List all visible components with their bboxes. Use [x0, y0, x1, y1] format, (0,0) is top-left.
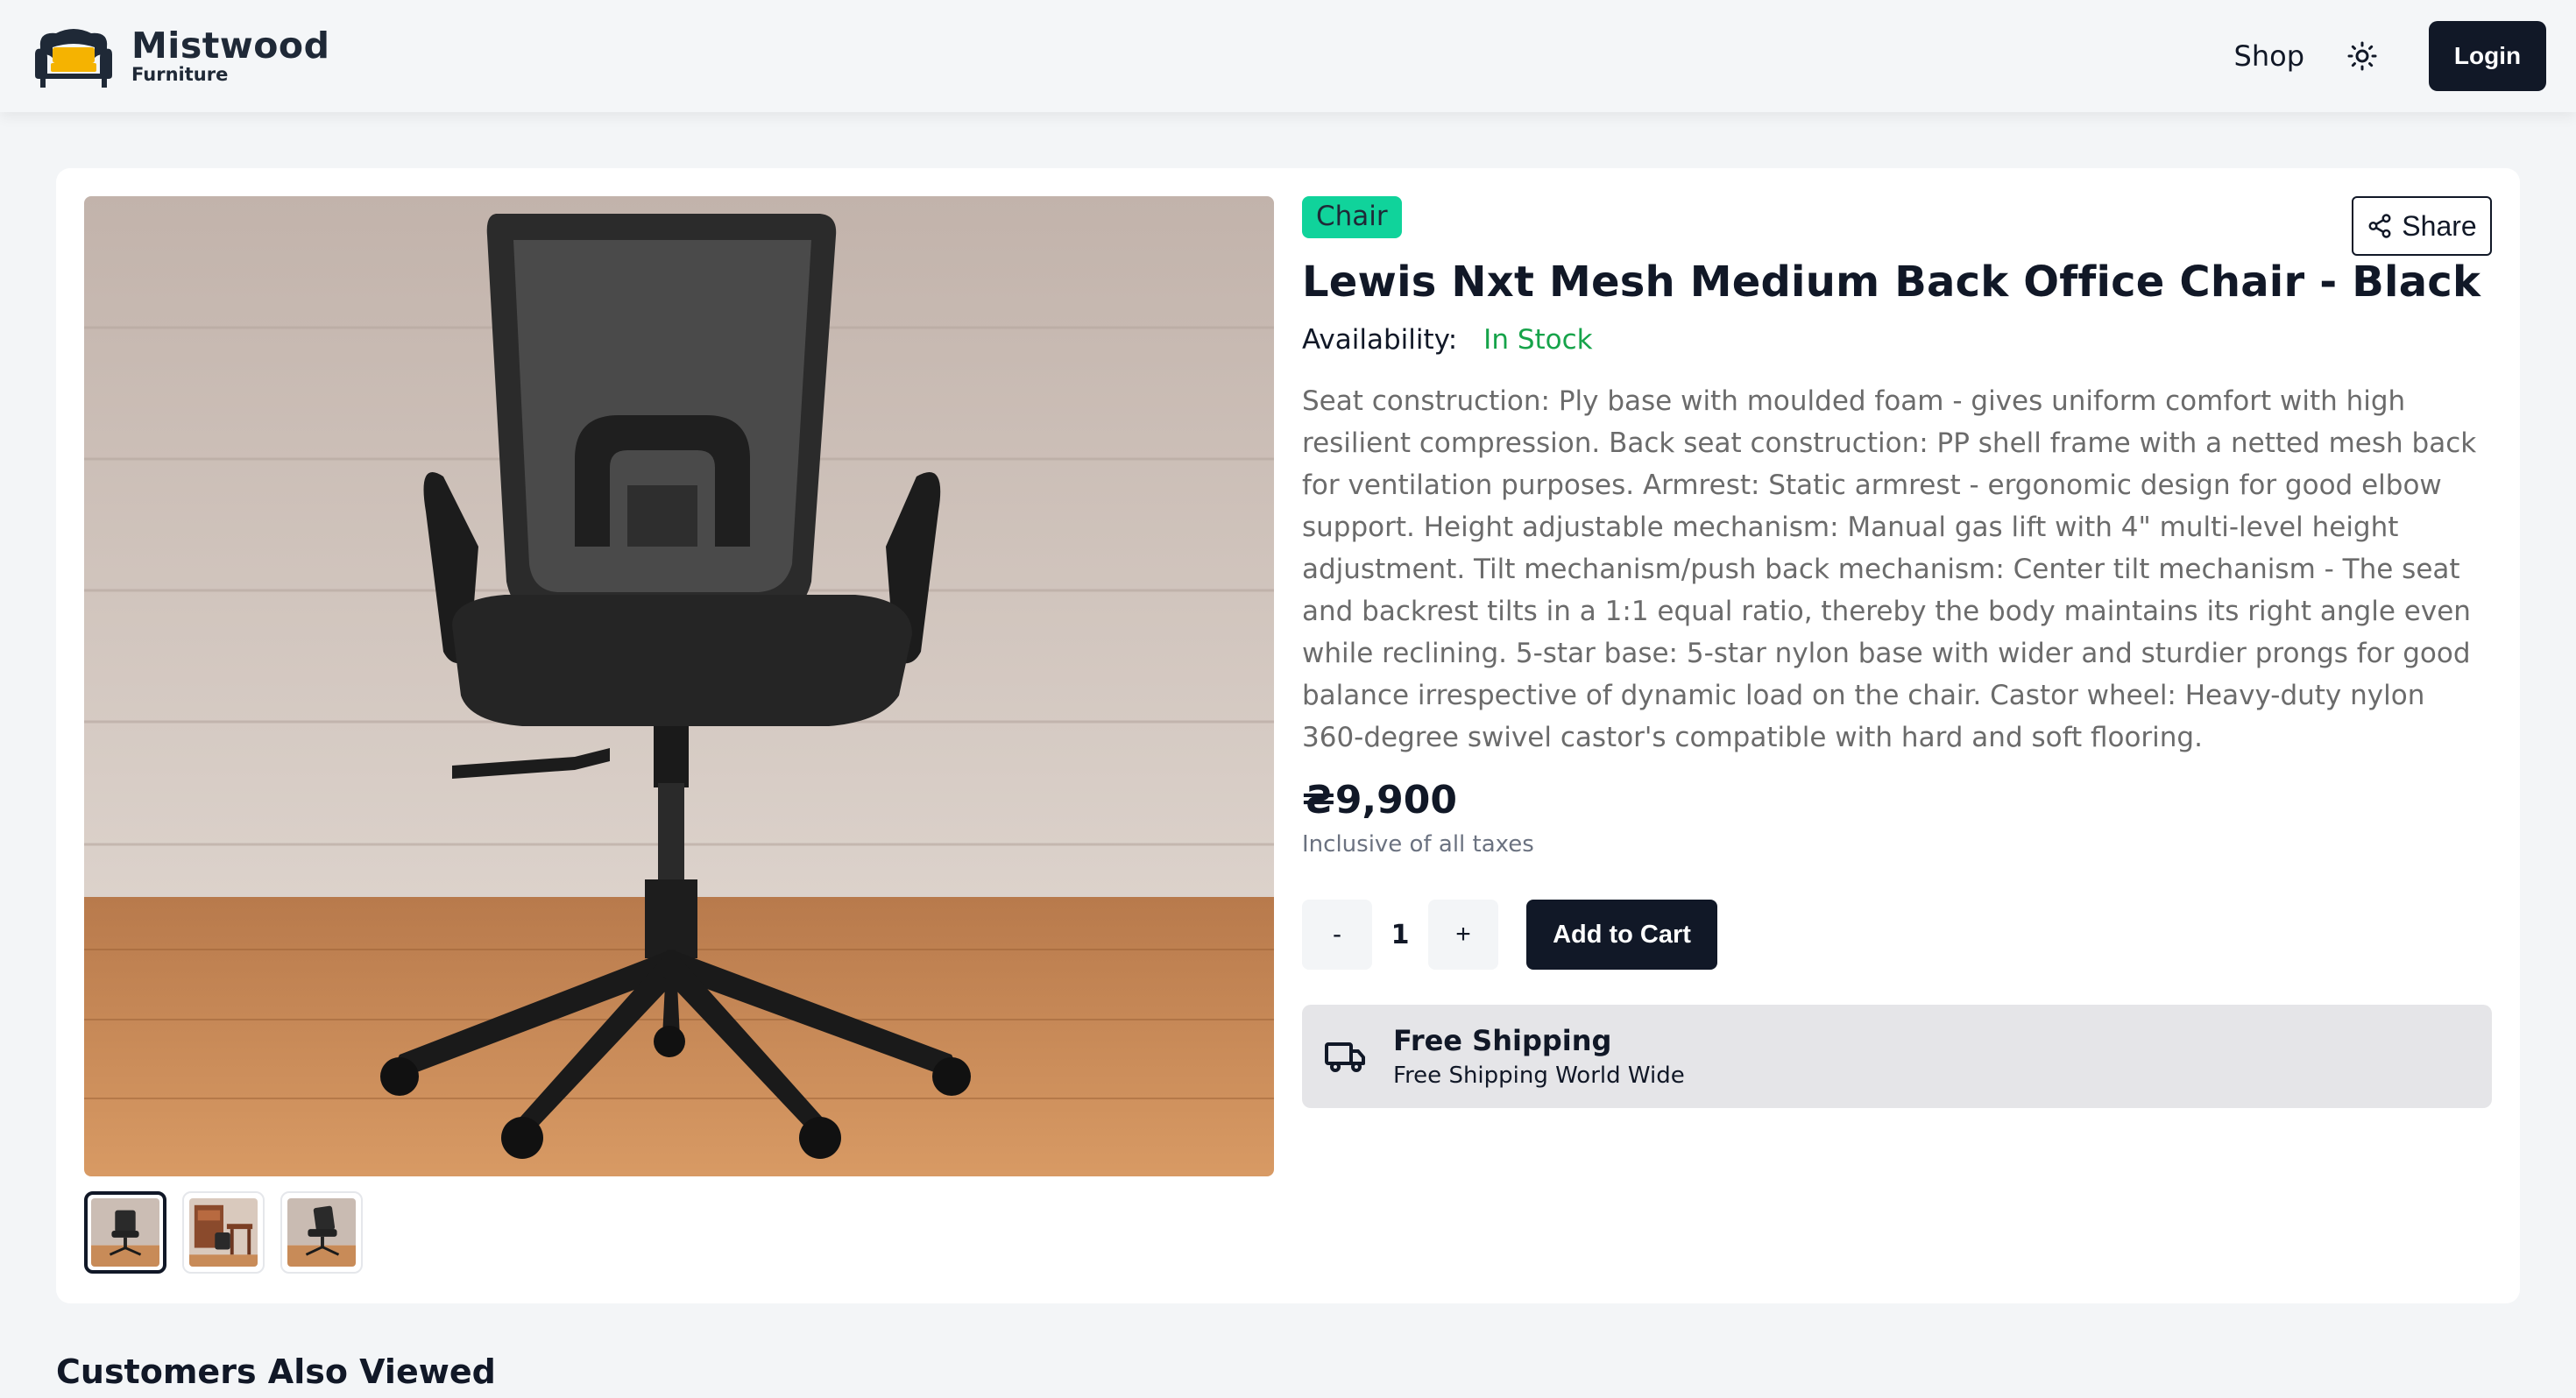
- thumbnail-list: [84, 1191, 363, 1274]
- site-header: Mistwood Furniture Shop Login: [0, 0, 2576, 112]
- thumbnail-1[interactable]: [84, 1191, 166, 1274]
- tax-note: Inclusive of all taxes: [1302, 831, 1534, 858]
- cart-controls: - 1 + Add to Cart: [1302, 900, 2492, 970]
- brand-logo-link[interactable]: Mistwood Furniture: [30, 21, 329, 91]
- nav-shop-link[interactable]: Shop: [2234, 39, 2304, 73]
- shipping-title: Free Shipping: [1393, 1024, 1612, 1057]
- thumbnail-3[interactable]: [280, 1191, 363, 1274]
- thumbnail-2[interactable]: [182, 1191, 265, 1274]
- sun-icon: [2347, 41, 2377, 71]
- product-price: ₴9,900: [1302, 778, 1457, 823]
- shipping-subtitle: Free Shipping World Wide: [1393, 1063, 1685, 1089]
- product-card: Chair Share Lewis Nxt Mesh Medium Back O…: [56, 168, 2520, 1303]
- availability-status: In Stock: [1483, 324, 1593, 356]
- quantity-value: 1: [1391, 919, 1410, 950]
- product-main-image: [84, 196, 1274, 1176]
- theme-toggle-button[interactable]: [2341, 35, 2383, 77]
- share-icon: [2368, 214, 2391, 238]
- category-badge[interactable]: Chair: [1302, 196, 1402, 238]
- availability-label: Availability:: [1302, 324, 1458, 356]
- product-info: Chair Share Lewis Nxt Mesh Medium Back O…: [1302, 196, 2492, 1108]
- main-nav: Shop Login: [2234, 21, 2546, 91]
- product-description: Seat construction: Ply base with moulded…: [1302, 385, 2477, 753]
- share-button[interactable]: Share: [2352, 196, 2492, 256]
- product-title: Lewis Nxt Mesh Medium Back Office Chair …: [1302, 258, 2481, 307]
- add-to-cart-button[interactable]: Add to Cart: [1526, 900, 1717, 970]
- quantity-increase-button[interactable]: +: [1428, 900, 1498, 970]
- share-label: Share: [2402, 209, 2477, 242]
- login-button[interactable]: Login: [2429, 21, 2546, 91]
- also-viewed-heading: Customers Also Viewed: [56, 1352, 496, 1391]
- truck-icon: [1325, 1042, 1365, 1072]
- shipping-info: Free Shipping Free Shipping World Wide: [1302, 1005, 2492, 1108]
- brand-subtitle: Furniture: [131, 64, 229, 85]
- quantity-decrease-button[interactable]: -: [1302, 900, 1372, 970]
- brand-name: Mistwood: [131, 25, 330, 67]
- sofa-logo-icon: [35, 29, 112, 88]
- availability-row: Availability: In Stock: [1302, 324, 2492, 356]
